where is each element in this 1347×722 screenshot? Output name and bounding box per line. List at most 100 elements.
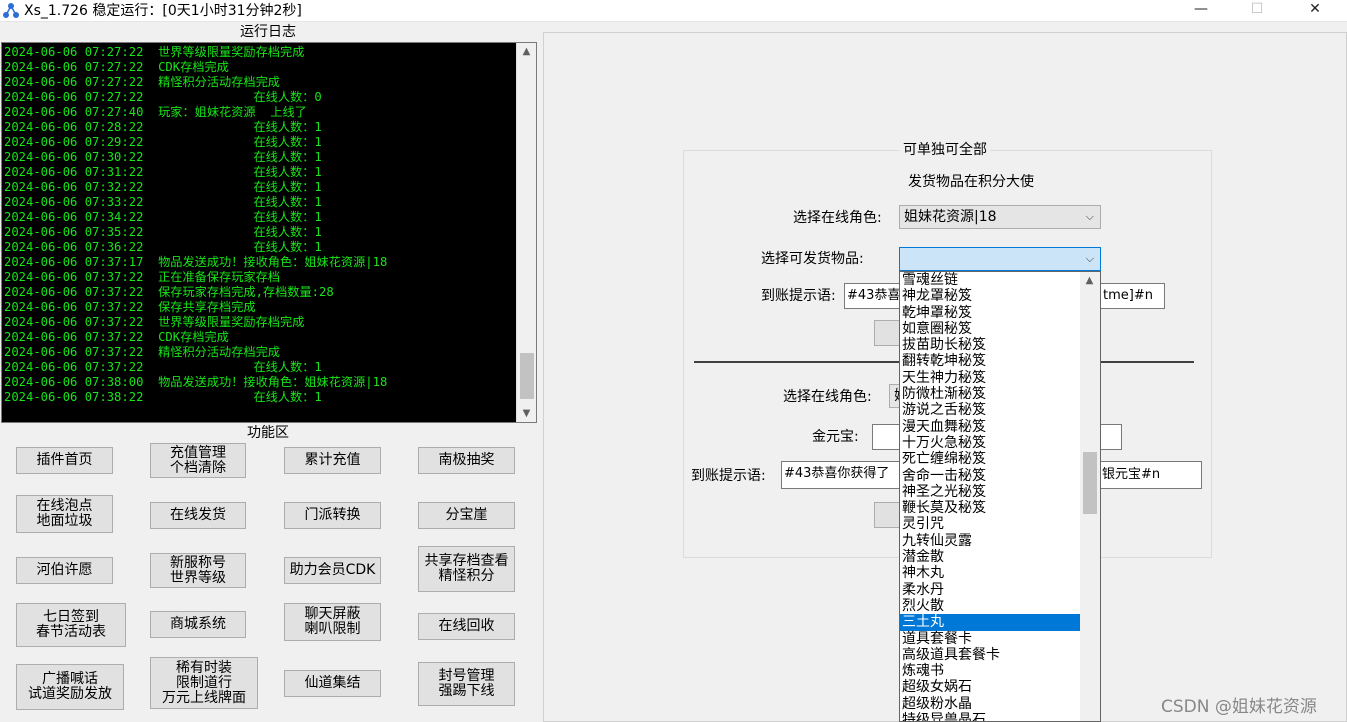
chat-filter-button[interactable]: 聊天屏蔽 喇叭限制 [284, 603, 381, 641]
dropdown-scroll-thumb[interactable] [1083, 452, 1097, 514]
dropdown-item[interactable]: 舍命一击秘笈 [900, 468, 1081, 484]
scroll-up-icon[interactable]: ▲ [517, 43, 536, 60]
seven-day-signin-button-label: 七日签到 [43, 609, 99, 625]
mall-system-button[interactable]: 商城系统 [150, 611, 246, 638]
dropdown-item[interactable]: 潜金散 [900, 549, 1081, 565]
dropdown-item[interactable]: 游说之舌秘笈 [900, 402, 1081, 418]
dropdown-item[interactable]: 如意圈秘笈 [900, 321, 1081, 337]
function-group-title: 功能区 [244, 425, 292, 441]
immortal-gather-button[interactable]: 仙道集结 [284, 670, 381, 697]
maximize-button[interactable]: ☐ [1234, 0, 1280, 20]
log-panel[interactable]: 2024-06-06 07:27:22 世界等级限量奖励存档完成 2024-06-… [1, 42, 537, 423]
rare-equip-button[interactable]: 稀有时装 限制道行 万元上线牌面 [150, 657, 258, 709]
treasure-cliff-button[interactable]: 分宝崖 [418, 502, 515, 529]
delivery-group-title: 可单独可全部 [900, 142, 990, 158]
dropdown-item[interactable]: 神龙罩秘笈 [900, 288, 1081, 304]
scroll-down-icon[interactable]: ▼ [517, 405, 536, 422]
dropdown-item[interactable]: 九转仙灵露 [900, 533, 1081, 549]
broadcast-button-label: 广播喊话 [42, 671, 98, 687]
dropdown-item[interactable]: 三土丸 [900, 614, 1081, 631]
dropdown-item[interactable]: 超级女娲石 [900, 679, 1081, 695]
online-delivery-button[interactable]: 在线发货 [150, 502, 246, 529]
rare-equip-button-label: 稀有时装 [176, 659, 232, 676]
sect-transfer-button-label: 门派转换 [304, 507, 361, 523]
role-select[interactable]: 姐妹花资源|18 ⌵ [899, 205, 1101, 229]
dropdown-item[interactable]: 炼魂书 [900, 663, 1081, 679]
dropdown-item[interactable]: 柔水丹 [900, 582, 1081, 598]
chat-filter-button-label: 喇叭限制 [304, 621, 361, 637]
member-cdk-button-label: 助力会员CDK [289, 562, 376, 578]
gold-label: 金元宝: [812, 429, 859, 445]
dropdown-item[interactable]: 乾坤罩秘笈 [900, 305, 1081, 321]
log-line: 2024-06-06 07:37:22 CDK存档完成 [4, 330, 229, 344]
log-line: 2024-06-06 07:37:22 在线人数：1 [4, 360, 322, 374]
dropdown-item[interactable]: 烈火散 [900, 598, 1081, 614]
log-scroll-thumb[interactable] [520, 353, 534, 399]
log-line: 2024-06-06 07:37:22 世界等级限量奖励存档完成 [4, 315, 305, 329]
log-line: 2024-06-06 07:37:22 保存共享存档完成 [4, 300, 256, 314]
dropdown-item[interactable]: 灵引咒 [900, 516, 1081, 532]
online-bubble-button[interactable]: 在线泡点 地面垃圾 [16, 495, 113, 533]
online-bubble-button-label: 地面垃圾 [36, 513, 93, 529]
scroll-up-icon[interactable]: ▲ [1080, 272, 1099, 289]
role-label-2: 选择在线角色: [783, 389, 872, 405]
log-lines: 2024-06-06 07:27:22 世界等级限量奖励存档完成 2024-06-… [4, 45, 514, 405]
hebo-wish-button-label: 河伯许愿 [36, 562, 93, 578]
role-label: 选择在线角色: [793, 210, 882, 226]
online-bubble-button-label: 在线泡点 [36, 498, 93, 514]
broadcast-button[interactable]: 广播喊话 试道奖励发放 [16, 664, 124, 710]
dropdown-item[interactable]: 防微杜渐秘笈 [900, 386, 1081, 402]
log-line: 2024-06-06 07:31:22 在线人数：1 [4, 165, 322, 179]
dropdown-items: 雪魂丝链 神龙罩秘笈 乾坤罩秘笈 如意圈秘笈 拔苗助长秘笈 翻转乾坤秘笈 天生神力秘笈 防微杜… [900, 272, 1081, 721]
shared-save-button[interactable]: 共享存档查看 精怪积分 [418, 546, 515, 592]
broadcast-button-label: 试道奖励发放 [28, 686, 112, 702]
rare-equip-button-label: 万元上线牌面 [162, 689, 246, 706]
seven-day-signin-button-label: 春节活动表 [36, 624, 106, 640]
notice-input-value-right: tme]#n [1103, 288, 1153, 303]
notice-input-2-value-left: #43恭喜你获得了 [784, 466, 890, 481]
log-line: 2024-06-06 07:33:22 在线人数：1 [4, 195, 322, 209]
item-select[interactable]: ⌵ [899, 247, 1101, 271]
dropdown-item[interactable]: 死亡缠绵秘笈 [900, 451, 1081, 467]
shared-save-button-label: 共享存档查看 [424, 553, 509, 569]
chat-filter-button-label: 聊天屏蔽 [304, 606, 361, 622]
log-line: 2024-06-06 07:34:22 在线人数：1 [4, 210, 322, 224]
plugin-home-button-label: 插件首页 [36, 452, 93, 468]
dropdown-item[interactable]: 神木丸 [900, 565, 1081, 581]
log-group-title: 运行日志 [237, 24, 299, 40]
dropdown-item[interactable]: 雪魂丝链 [900, 272, 1081, 288]
hebo-wish-button[interactable]: 河伯许愿 [16, 557, 113, 584]
nanji-lottery-button[interactable]: 南极抽奖 [418, 447, 515, 474]
dropdown-item[interactable]: 特级异兽晶石 [900, 712, 1081, 721]
new-server-title-button-label: 新服称号 [170, 554, 226, 571]
ban-manage-button[interactable]: 封号管理 强踢下线 [418, 662, 515, 706]
log-scrollbar[interactable]: ▲ ▼ [516, 43, 536, 422]
notice-input-2-value-right: 银元宝#n [1102, 467, 1161, 482]
dropdown-item[interactable]: 翻转乾坤秘笈 [900, 353, 1081, 369]
log-line: 2024-06-06 07:37:17 物品发送成功！接收角色：姐妹花资源|18 [4, 255, 388, 269]
log-line: 2024-06-06 07:37:22 保存玩家存档完成,存档数量:28 [4, 285, 334, 299]
app-network-icon [3, 3, 19, 18]
new-server-title-button[interactable]: 新服称号 世界等级 [150, 553, 246, 588]
dropdown-item[interactable]: 道具套餐卡 [900, 631, 1081, 647]
sect-transfer-button[interactable]: 门派转换 [284, 502, 381, 529]
dropdown-item[interactable]: 拔苗助长秘笈 [900, 337, 1081, 353]
dropdown-item[interactable]: 漫天血舞秘笈 [900, 419, 1081, 435]
cumulative-recharge-button-label: 累计充值 [304, 452, 361, 468]
dropdown-item[interactable]: 神圣之光秘笈 [900, 484, 1081, 500]
dropdown-item[interactable]: 天生神力秘笈 [900, 370, 1081, 386]
member-cdk-button[interactable]: 助力会员CDK [284, 557, 381, 584]
dropdown-item[interactable]: 高级道具套餐卡 [900, 647, 1081, 663]
close-button[interactable]: ✕ [1292, 0, 1338, 20]
cumulative-recharge-button[interactable]: 累计充值 [284, 447, 381, 474]
dropdown-item[interactable]: 超级粉水晶 [900, 696, 1081, 712]
item-dropdown-list[interactable]: 雪魂丝链 神龙罩秘笈 乾坤罩秘笈 如意圈秘笈 拔苗助长秘笈 翻转乾坤秘笈 天生神力秘笈 防微杜… [899, 271, 1101, 722]
dropdown-item[interactable]: 鞭长莫及秘笈 [900, 500, 1081, 516]
dropdown-item[interactable]: 十万火急秘笈 [900, 435, 1081, 451]
recharge-manage-button[interactable]: 充值管理 个档清除 [150, 443, 246, 478]
seven-day-signin-button[interactable]: 七日签到 春节活动表 [16, 603, 126, 647]
plugin-home-button[interactable]: 插件首页 [16, 447, 113, 474]
minimize-button[interactable]: — [1178, 0, 1224, 20]
dropdown-scrollbar[interactable]: ▲ [1080, 272, 1100, 721]
online-recycle-button[interactable]: 在线回收 [418, 613, 515, 640]
